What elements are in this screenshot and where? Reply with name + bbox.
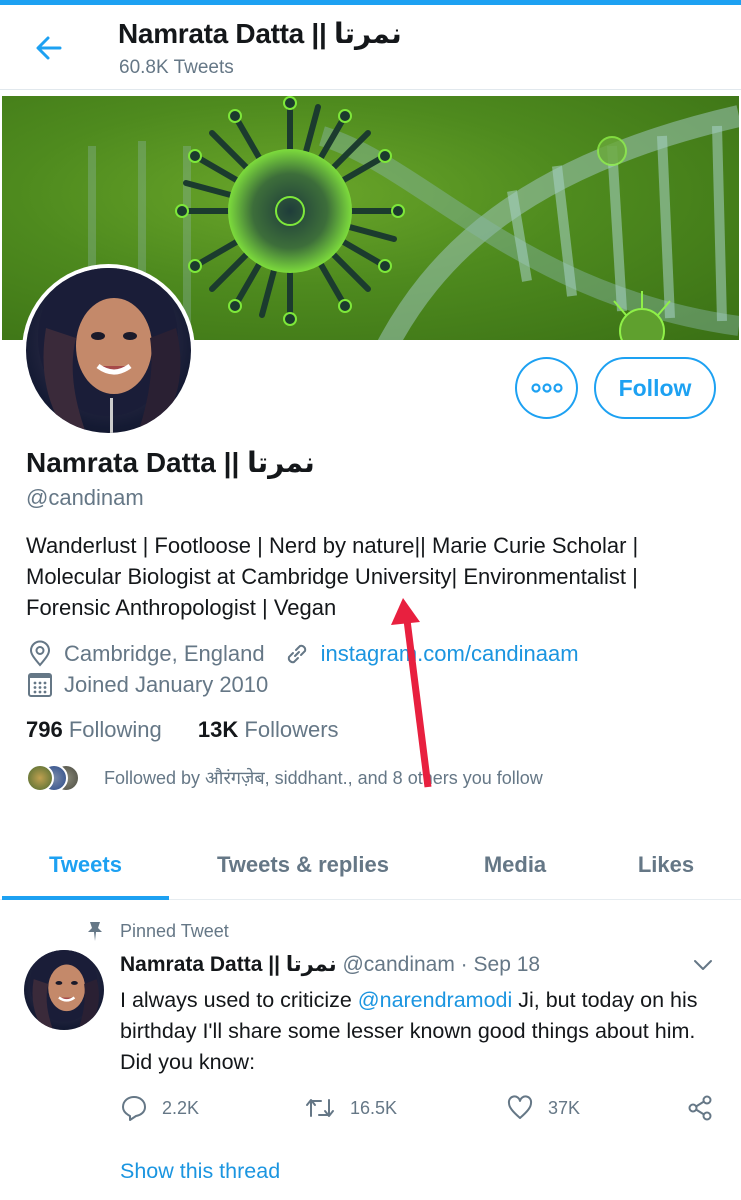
heart-icon (507, 1095, 533, 1119)
calendar-icon (26, 671, 54, 699)
following-count: 796 (26, 717, 63, 742)
tweet-text-before: I always used to criticize (120, 988, 358, 1012)
profile-name: Namrata Datta || نمرتا (26, 447, 315, 478)
profile-header-bar: Namrata Datta || نمرتا 60.8K Tweets (0, 5, 741, 90)
tweet-mention-link[interactable]: @narendramodi (358, 988, 513, 1012)
tweet-separator: · (454, 953, 474, 976)
profile-joined-row: Joined January 2010 (26, 671, 268, 699)
tab-tweets-replies[interactable]: Tweets & replies (190, 830, 416, 900)
retweet-button[interactable]: 16.5K (304, 1094, 397, 1122)
back-button[interactable] (30, 31, 70, 65)
following-label: Following (68, 717, 162, 742)
following-stat[interactable]: 796 Following (26, 717, 162, 743)
tweet-count: 60.8K Tweets (119, 57, 234, 78)
share-button[interactable] (686, 1094, 728, 1122)
tweet-header: Namrata Datta || نمرتا @candinam · Sep 1… (120, 952, 540, 977)
followers-stat[interactable]: 13K Followers (198, 717, 339, 743)
tab-likes[interactable]: Likes (614, 830, 718, 900)
like-count: 37K (548, 1097, 581, 1118)
link-icon (283, 640, 311, 668)
tweet-author-avatar[interactable] (24, 950, 104, 1030)
tweet-text: I always used to criticize @narendramodi… (120, 985, 720, 1078)
pinned-tweet-label: Pinned Tweet (84, 920, 229, 942)
profile-website-link[interactable]: instagram.com/candinaam (321, 641, 579, 667)
tweet-actions: 2.2K 16.5K 37K (120, 1094, 720, 1126)
reply-count: 2.2K (162, 1097, 200, 1118)
profile-joined-date: Joined January 2010 (64, 672, 269, 697)
location-icon (26, 640, 54, 668)
tweet-author-handle[interactable]: @candinam (342, 953, 454, 976)
profile-tabs: Tweets Tweets & replies Media Likes (0, 830, 741, 900)
avatar-image (26, 268, 191, 433)
retweet-icon (306, 1099, 334, 1117)
reply-button[interactable]: 2.2K (120, 1094, 199, 1122)
active-tab-indicator (2, 896, 169, 900)
mutual-avatar (26, 764, 54, 792)
tweet-menu-button[interactable] (690, 955, 716, 975)
tab-media[interactable]: Media (460, 830, 570, 900)
followers-label: Followers (244, 717, 339, 742)
profile-avatar[interactable] (22, 264, 195, 437)
share-icon (688, 1095, 712, 1121)
more-options-icon (530, 383, 563, 393)
arrow-left-icon (36, 36, 62, 60)
tweet-avatar-portrait (29, 950, 99, 1030)
followed-by-text: Followed by औरंगज़ेब, siddhant., and 8 o… (104, 768, 543, 788)
chevron-down-icon (694, 960, 712, 970)
reply-icon (122, 1096, 146, 1121)
mutual-follower-avatars (26, 763, 92, 793)
tweet-author-name[interactable]: Namrata Datta || نمرتا (120, 953, 337, 976)
like-button[interactable]: 37K (506, 1094, 580, 1122)
follow-button[interactable]: Follow (594, 357, 716, 419)
retweet-count: 16.5K (350, 1097, 398, 1118)
header-title: Namrata Datta || نمرتا (118, 18, 402, 49)
tweet-date[interactable]: Sep 18 (474, 953, 541, 976)
profile-location: Cambridge, England (64, 641, 265, 666)
avatar-portrait (38, 268, 181, 433)
more-options-button[interactable] (515, 357, 578, 419)
followed-by-row[interactable]: Followed by औरंगज़ेब, siddhant., and 8 o… (26, 763, 543, 793)
followers-count: 13K (197, 717, 239, 742)
profile-bio: Wanderlust | Footloose | Nerd by nature|… (26, 533, 639, 620)
profile-handle: @candinam (26, 485, 144, 510)
show-thread-link[interactable]: Show this thread (120, 1159, 280, 1184)
pinned-label-text: Pinned Tweet (120, 920, 229, 941)
profile-meta-row: Cambridge, England instagram.com/candina… (26, 640, 579, 668)
profile-stats: 796 Following 13K Followers (26, 717, 339, 743)
pin-icon (84, 920, 106, 942)
tab-tweets[interactable]: Tweets (2, 830, 169, 900)
